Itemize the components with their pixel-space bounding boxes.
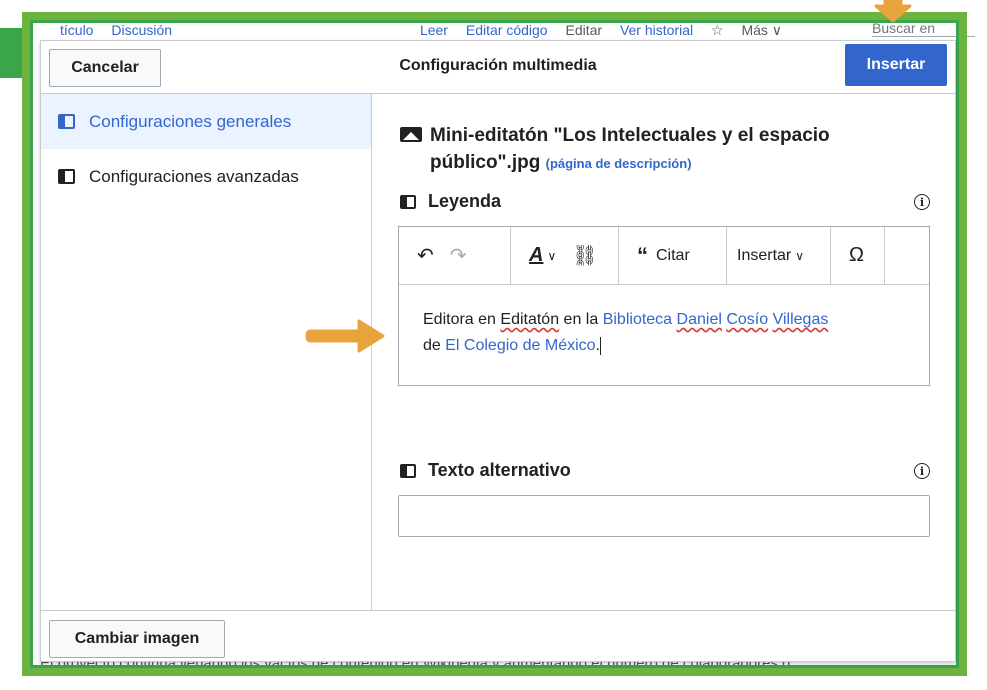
alt-text-input[interactable] — [398, 495, 930, 537]
dialog-footer: Cambiar imagen — [41, 610, 955, 662]
file-title: Mini-editatón "Los Intelectuales y el es… — [400, 122, 900, 177]
text-caret — [600, 336, 601, 355]
omega-icon: Ω — [849, 244, 864, 266]
caption-label-text: Leyenda — [428, 191, 502, 211]
annotation-arrow-right — [305, 319, 385, 353]
alt-text-label-text: Texto alternativo — [428, 460, 571, 480]
green-tab-decoration — [0, 28, 22, 78]
caption-text-part: Editora en — [423, 311, 501, 328]
chevron-down-icon: ∨ — [795, 248, 805, 263]
caption-info-icon[interactable]: i — [914, 194, 930, 210]
nav-item-advanced-settings[interactable]: Configuraciones avanzadas — [41, 149, 371, 204]
special-character-button[interactable]: Ω — [831, 227, 885, 284]
nav-item-label: Configuraciones avanzadas — [89, 166, 299, 186]
caption-text-part: de — [423, 337, 446, 354]
dialog-title: Configuración multimedia — [399, 57, 597, 74]
caption-text-part: en la — [559, 311, 603, 328]
nav-item-label: Configuraciones generales — [89, 111, 292, 131]
nav-item-general-settings[interactable]: Configuraciones generales — [41, 94, 371, 149]
caption-text[interactable]: Editora en Editatón en la Biblioteca Dan… — [423, 307, 903, 359]
caption-text-part: Editatón — [500, 311, 560, 328]
caption-link[interactable]: Villegas — [773, 311, 829, 328]
settings-content: Mini-editatón "Los Intelectuales y el es… — [372, 94, 956, 610]
caption-label: Leyenda — [400, 191, 501, 212]
dialog-header: Cancelar Configuración multimedia Insert… — [41, 41, 955, 94]
change-image-button[interactable]: Cambiar imagen — [49, 620, 225, 658]
caption-link[interactable]: Cosío — [726, 311, 768, 328]
undo-icon[interactable]: ↶ — [409, 243, 442, 268]
insert-button[interactable]: Insertar — [845, 44, 947, 86]
alt-text-label: Texto alternativo — [400, 460, 571, 481]
link-icon[interactable]: ⛓ — [564, 243, 605, 268]
description-page-link[interactable]: (página de descripción) — [546, 156, 692, 171]
panel-icon — [58, 169, 75, 184]
caption-link[interactable]: Daniel — [677, 311, 722, 328]
caption-editor[interactable]: ↶ ↷ A ∨ ⛓ “ Citar Insertar ∨ Ω Editora e… — [398, 226, 930, 386]
text-style-icon[interactable]: A ∨ — [521, 244, 564, 267]
image-icon — [400, 127, 422, 142]
quote-icon: “ — [637, 242, 648, 268]
alt-text-icon — [400, 463, 416, 478]
cite-button[interactable]: “ Citar — [619, 227, 727, 284]
cite-label: Citar — [656, 246, 690, 264]
caption-link[interactable]: El Colegio de México — [445, 337, 595, 354]
redo-icon[interactable]: ↷ — [442, 243, 475, 268]
caption-icon — [400, 194, 416, 209]
insert-menu[interactable]: Insertar ∨ — [727, 227, 831, 284]
alt-text-info-icon[interactable]: i — [914, 463, 930, 479]
panel-icon — [58, 114, 75, 129]
insert-menu-label: Insertar — [737, 246, 792, 264]
caption-link[interactable]: Biblioteca — [603, 311, 672, 328]
annotation-arrow-down — [874, 0, 912, 22]
editor-toolbar: ↶ ↷ A ∨ ⛓ “ Citar Insertar ∨ Ω — [399, 227, 929, 285]
media-settings-dialog: Cancelar Configuración multimedia Insert… — [40, 40, 956, 662]
